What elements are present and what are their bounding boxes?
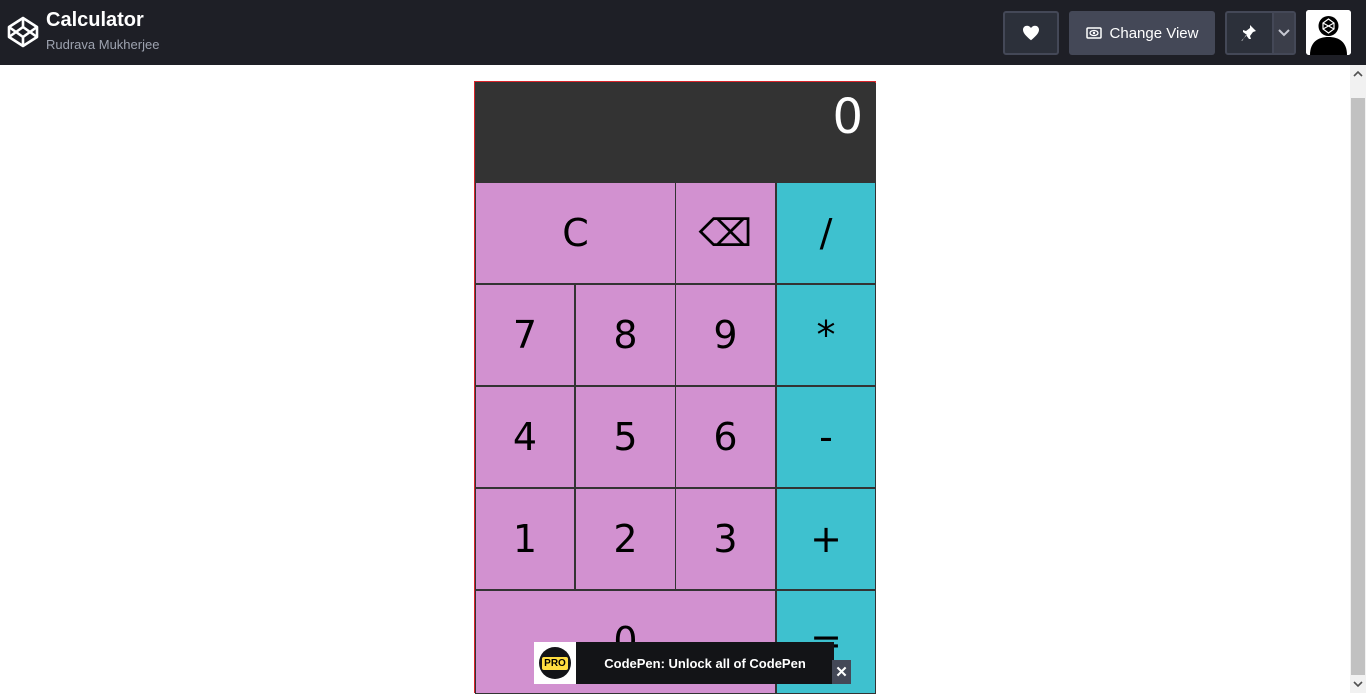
pin-button[interactable]: [1227, 13, 1274, 53]
multiply-button[interactable]: *: [776, 284, 876, 386]
pin-dropdown-button[interactable]: [1273, 13, 1294, 53]
promo-text[interactable]: CodePen: Unlock all of CodePen: [576, 656, 834, 671]
pro-badge: PRO: [534, 642, 576, 684]
close-icon[interactable]: ✕: [832, 660, 851, 684]
key-7-button[interactable]: 7: [475, 284, 575, 386]
clear-button[interactable]: C: [475, 182, 676, 284]
key-2-button[interactable]: 2: [575, 488, 676, 590]
scrollbar-thumb[interactable]: [1351, 98, 1365, 675]
calculator: 0 C ⌫ / 7 8 9 * 4 5 6 - 1 2 3 + 0 =: [474, 81, 876, 694]
codepen-logo-icon[interactable]: [7, 16, 39, 48]
subtract-button[interactable]: -: [776, 386, 876, 488]
key-4-button[interactable]: 4: [475, 386, 575, 488]
key-5-button[interactable]: 5: [575, 386, 676, 488]
backspace-button[interactable]: ⌫: [675, 182, 776, 284]
heart-icon: [1023, 25, 1039, 41]
user-avatar-icon: [1306, 10, 1351, 55]
scroll-up-arrow[interactable]: [1350, 65, 1366, 82]
pen-author-link[interactable]: Rudrava Mukherjee: [46, 37, 159, 52]
key-6-button[interactable]: 6: [675, 386, 776, 488]
top-bar: Calculator Rudrava Mukherjee Change View: [0, 0, 1366, 65]
pen-title: Calculator: [46, 9, 144, 31]
key-1-button[interactable]: 1: [475, 488, 575, 590]
scroll-down-arrow[interactable]: [1350, 676, 1366, 693]
key-3-button[interactable]: 3: [675, 488, 776, 590]
pin-button-group: [1225, 11, 1296, 55]
key-9-button[interactable]: 9: [675, 284, 776, 386]
change-view-label: Change View: [1109, 24, 1199, 42]
change-view-button[interactable]: Change View: [1069, 11, 1215, 55]
divide-button[interactable]: /: [776, 182, 876, 284]
like-button[interactable]: [1003, 11, 1059, 55]
chevron-down-icon: [1278, 29, 1290, 37]
eye-icon: [1085, 27, 1102, 39]
pro-promo-banner[interactable]: PRO CodePen: Unlock all of CodePen: [534, 642, 834, 684]
pro-badge-label: PRO: [542, 656, 568, 670]
calculator-display: 0: [476, 83, 876, 183]
user-avatar[interactable]: [1306, 10, 1351, 55]
add-button[interactable]: +: [776, 488, 876, 590]
pin-icon: [1241, 25, 1257, 41]
key-8-button[interactable]: 8: [575, 284, 676, 386]
